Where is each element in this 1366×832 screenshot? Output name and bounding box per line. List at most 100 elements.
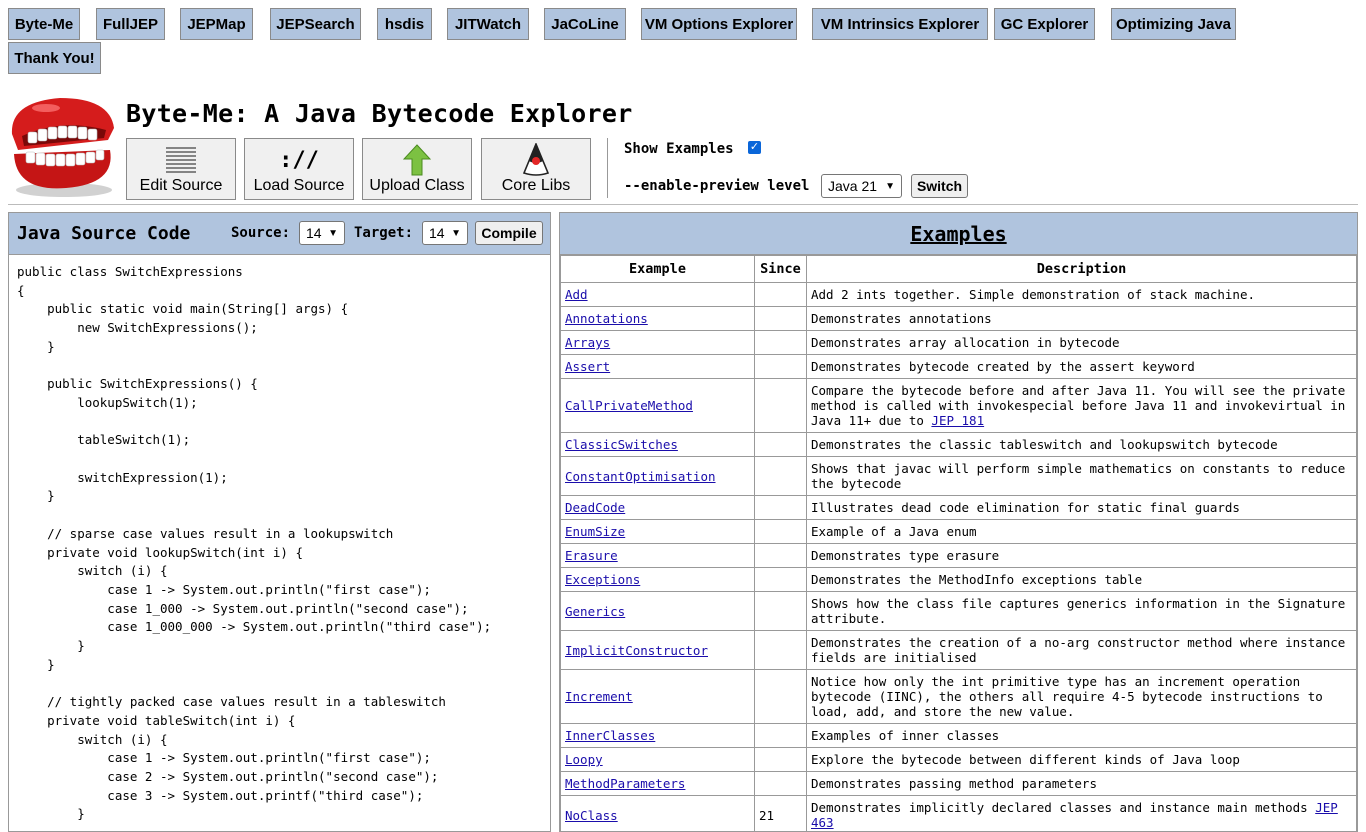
nav-hsdis[interactable]: hsdis xyxy=(377,8,432,40)
description-cell: Shows that javac will perform simple mat… xyxy=(807,457,1357,496)
nav-gc-explorer[interactable]: GC Explorer xyxy=(994,8,1095,40)
table-row: AssertDemonstrates bytecode created by t… xyxy=(561,355,1357,379)
since-cell xyxy=(755,355,807,379)
description-text: Examples of inner classes xyxy=(811,728,999,743)
description-text: Notice how only the int primitive type h… xyxy=(811,674,1323,719)
description-cell: Demonstrates passing method parameters xyxy=(807,772,1357,796)
example-cell: Assert xyxy=(561,355,755,379)
example-link[interactable]: Assert xyxy=(565,359,610,374)
table-row: Exceptions Demonstrates the MethodInfo ex… xyxy=(561,568,1357,592)
example-cell: Erasure xyxy=(561,544,755,568)
description-text: Demonstrates annotations xyxy=(811,311,992,326)
description-text: Demonstrates passing method parameters xyxy=(811,776,1097,791)
since-cell xyxy=(755,568,807,592)
example-link[interactable]: ClassicSwitches xyxy=(565,437,678,452)
since-cell xyxy=(755,307,807,331)
load-source-button[interactable]: :// Load Source xyxy=(244,138,354,200)
description-cell: Example of a Java enum xyxy=(807,520,1357,544)
examples-title[interactable]: Examples xyxy=(560,213,1357,246)
chattering-teeth-logo xyxy=(6,92,118,204)
nav-optimizing-java[interactable]: Optimizing Java xyxy=(1111,8,1236,40)
nav-jepsearch[interactable]: JEPSearch xyxy=(270,8,361,40)
nav-vm-intrinsics-explorer[interactable]: VM Intrinsics Explorer xyxy=(812,8,988,40)
description-cell: Illustrates dead code elimination for st… xyxy=(807,496,1357,520)
table-row: DeadCode Illustrates dead code eliminatio… xyxy=(561,496,1357,520)
example-link[interactable]: ConstantOptimisation xyxy=(565,469,716,484)
example-link[interactable]: Generics xyxy=(565,604,625,619)
example-link[interactable]: InnerClasses xyxy=(565,728,655,743)
example-cell: DeadCode xyxy=(561,496,755,520)
target-version-select[interactable]: 14 ▼ xyxy=(422,221,468,245)
example-link[interactable]: Erasure xyxy=(565,548,618,563)
example-link[interactable]: Annotations xyxy=(565,311,648,326)
header-divider xyxy=(8,204,1358,205)
since-cell xyxy=(755,520,807,544)
table-row: Arrays Demonstrates array allocation in b… xyxy=(561,331,1357,355)
nav-thank-you[interactable]: Thank You! xyxy=(8,42,101,74)
duke-icon xyxy=(521,143,551,177)
examples-panel: Examples Example Since Description AddAd… xyxy=(559,212,1358,832)
source-code-editor[interactable]: public class SwitchExpressions { public … xyxy=(17,263,491,824)
since-cell xyxy=(755,631,807,670)
preview-level-select[interactable]: Java 21 ▼ xyxy=(821,174,902,198)
edit-source-button[interactable]: Edit Source xyxy=(126,138,236,200)
target-version-value: 14 xyxy=(429,225,445,241)
description-cell: Demonstrates the classic tableswitch and… xyxy=(807,433,1357,457)
show-examples-checkbox[interactable]: ✓ xyxy=(748,141,761,154)
example-link[interactable]: Arrays xyxy=(565,335,610,350)
since-cell xyxy=(755,544,807,568)
description-text: Demonstrates array allocation in bytecod… xyxy=(811,335,1120,350)
table-row: Increment Notice how only the int primiti… xyxy=(561,670,1357,724)
compile-button[interactable]: Compile xyxy=(475,221,543,245)
preview-level-value: Java 21 xyxy=(828,178,877,194)
table-row: NoClass21Demonstrates implicitly declare… xyxy=(561,796,1357,832)
description-text: Explore the bytecode between different k… xyxy=(811,752,1240,767)
example-link[interactable]: NoClass xyxy=(565,808,618,823)
edit-source-label: Edit Source xyxy=(140,177,223,195)
description-cell: Demonstrates the creation of a no-arg co… xyxy=(807,631,1357,670)
switch-button[interactable]: Switch xyxy=(911,174,968,198)
example-link[interactable]: CallPrivateMethod xyxy=(565,398,693,413)
description-cell: Compare the bytecode before and after Ja… xyxy=(807,379,1357,433)
nav-jepmap[interactable]: JEPMap xyxy=(180,8,253,40)
table-row: ImplicitConstructor Demonstrates the crea… xyxy=(561,631,1357,670)
nav-byte-me[interactable]: Byte-Me xyxy=(8,8,80,40)
description-text: Demonstrates the MethodInfo exceptions t… xyxy=(811,572,1142,587)
example-cell: Generics xyxy=(561,592,755,631)
toolbar-divider xyxy=(607,138,608,198)
header-example: Example xyxy=(561,256,755,283)
table-row: ErasureDemonstrates type erasure xyxy=(561,544,1357,568)
description-cell: Demonstrates the MethodInfo exceptions t… xyxy=(807,568,1357,592)
jep-link[interactable]: JEP 181 xyxy=(931,413,984,428)
description-cell: Demonstrates annotations xyxy=(807,307,1357,331)
example-link[interactable]: DeadCode xyxy=(565,500,625,515)
header-description: Description xyxy=(807,256,1357,283)
table-row: GenericsShows how the class file capture… xyxy=(561,592,1357,631)
example-cell: ClassicSwitches xyxy=(561,433,755,457)
description-cell: Examples of inner classes xyxy=(807,724,1357,748)
examples-table: Example Since Description AddAdd 2 ints … xyxy=(560,255,1357,832)
source-version-value: 14 xyxy=(306,225,322,241)
example-cell: MethodParameters xyxy=(561,772,755,796)
upload-class-button[interactable]: Upload Class xyxy=(362,138,472,200)
example-cell: CallPrivateMethod xyxy=(561,379,755,433)
example-link[interactable]: Increment xyxy=(565,689,633,704)
description-cell: Notice how only the int primitive type h… xyxy=(807,670,1357,724)
example-link[interactable]: MethodParameters xyxy=(565,776,685,791)
nav-vm-options-explorer[interactable]: VM Options Explorer xyxy=(641,8,797,40)
example-link[interactable]: ImplicitConstructor xyxy=(565,643,708,658)
description-text: Add 2 ints together. Simple demonstratio… xyxy=(811,287,1255,302)
example-link[interactable]: Loopy xyxy=(565,752,603,767)
example-link[interactable]: EnumSize xyxy=(565,524,625,539)
nav-fulljep[interactable]: FullJEP xyxy=(96,8,165,40)
example-link[interactable]: Add xyxy=(565,287,588,302)
description-text: Compare the bytecode before and after Ja… xyxy=(811,383,1345,428)
since-cell xyxy=(755,748,807,772)
core-libs-button[interactable]: Core Libs xyxy=(481,138,591,200)
example-link[interactable]: Exceptions xyxy=(565,572,640,587)
text-lines-icon xyxy=(165,143,197,177)
since-cell xyxy=(755,772,807,796)
nav-jacoline[interactable]: JaCoLine xyxy=(544,8,626,40)
nav-jitwatch[interactable]: JITWatch xyxy=(447,8,529,40)
source-version-select[interactable]: 14 ▼ xyxy=(299,221,345,245)
